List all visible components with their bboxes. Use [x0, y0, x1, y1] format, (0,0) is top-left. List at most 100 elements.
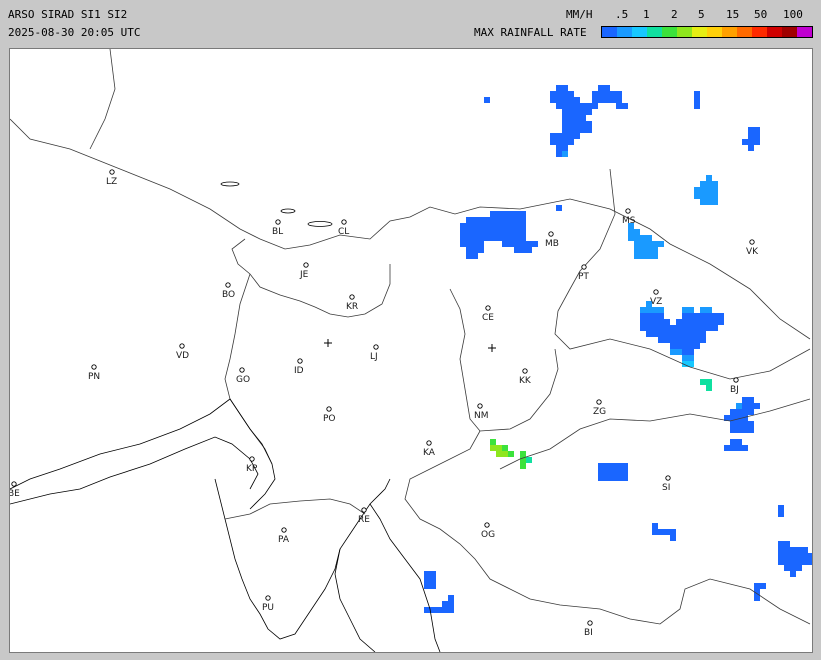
scale-label: 100 [783, 8, 803, 21]
place-label: KK [519, 376, 532, 386]
place-dot [225, 282, 231, 288]
place-label: BO [222, 290, 235, 300]
scale-swatch [647, 27, 662, 37]
place-label: VZ [650, 297, 662, 307]
radar-window: ARSO SIRAD SI1 SI2 2025-08-30 20:05 UTC … [0, 0, 821, 660]
lake-outline [307, 221, 333, 227]
boundary-line [89, 48, 116, 150]
scale-swatch [797, 27, 812, 37]
place-label: OG [481, 530, 495, 540]
place-dot [109, 169, 115, 175]
lake-outline [280, 208, 296, 214]
place-dot [485, 305, 491, 311]
place-label: PN [88, 372, 100, 382]
place-label: PU [262, 603, 274, 613]
place-dot [373, 344, 379, 350]
scale-swatch [782, 27, 797, 37]
place-dot [426, 440, 432, 446]
place-dot [484, 522, 490, 528]
scale-label: 2 [671, 8, 678, 21]
place-dot [341, 219, 347, 225]
boundary-line [404, 430, 811, 625]
place-dot [297, 358, 303, 364]
legend-title: MAX RAINFALL RATE [474, 26, 587, 39]
place-dot [239, 367, 245, 373]
scale-swatch [752, 27, 767, 37]
boundary-line [499, 398, 811, 470]
boundary-line [214, 478, 391, 640]
place-label: NM [474, 411, 489, 421]
place-dot [733, 377, 739, 383]
place-dot [281, 527, 287, 533]
timestamp: 2025-08-30 20:05 UTC [8, 26, 141, 39]
boundary-line [449, 288, 559, 432]
boundary-line [334, 548, 376, 653]
units-label: MM/H [566, 8, 593, 21]
place-label: BI [584, 628, 593, 638]
scale-swatch [617, 27, 632, 37]
place-label: BJ [730, 385, 739, 395]
place-dot [249, 456, 255, 462]
place-label: PO [323, 414, 336, 424]
boundary-line [231, 238, 391, 318]
radar-site-marker [324, 339, 496, 352]
place-label: PT [578, 272, 589, 282]
scale-swatch [632, 27, 647, 37]
place-dot [361, 507, 367, 513]
place-label: KR [346, 302, 358, 312]
place-label: BE [10, 489, 20, 499]
place-label: VD [176, 351, 189, 361]
place-label: KA [423, 448, 436, 458]
scale-label: 50 [754, 8, 768, 21]
place-label: PA [278, 535, 290, 545]
place-dot [91, 364, 97, 370]
place-dot [522, 368, 528, 374]
boundary-line [9, 118, 811, 340]
scale-swatch [767, 27, 782, 37]
place-dot [326, 406, 332, 412]
scale-label: .5 [615, 8, 629, 21]
place-dot [349, 294, 355, 300]
boundary-line [224, 273, 273, 465]
place-dot [625, 208, 631, 214]
place-dot [596, 399, 602, 405]
map-canvas: LZ BL CL JE BO KR VD LJ ID PN GO PO KP BE PA RE PU MS MB VK… [8, 48, 814, 653]
place-dot [179, 343, 185, 349]
place-label: VK [746, 247, 759, 257]
scale-swatch [692, 27, 707, 37]
scale-label: 15 [726, 8, 740, 21]
place-dot [275, 219, 281, 225]
place-dot [303, 262, 309, 268]
scale-swatch [602, 27, 617, 37]
place-label: ID [294, 366, 304, 376]
place-label: JE [299, 270, 309, 280]
place-dot [587, 620, 593, 626]
place-dot [653, 289, 659, 295]
product-title: ARSO SIRAD SI1 SI2 [8, 8, 128, 21]
place-label: CL [338, 227, 349, 237]
scale-swatch [707, 27, 722, 37]
scale-swatch [677, 27, 692, 37]
place-label: GO [236, 375, 250, 385]
scale-label: 1 [643, 8, 650, 21]
place-label: LJ [370, 352, 378, 362]
place-dot [581, 264, 587, 270]
place-label: KP [246, 464, 258, 474]
place-dot [665, 475, 671, 481]
place-label: MB [545, 239, 559, 249]
scale-swatch [722, 27, 737, 37]
place-dot [749, 239, 755, 245]
scale-swatch [737, 27, 752, 37]
place-dot [548, 231, 554, 237]
scale-label: 5 [698, 8, 705, 21]
place-dot [11, 481, 17, 487]
place-label: ZG [593, 407, 606, 417]
radar-map[interactable]: LZ BL CL JE BO KR VD LJ ID PN GO PO KP BE PA RE PU MS MB VK… [8, 48, 814, 653]
place-label: BL [272, 227, 283, 237]
place-label: LZ [106, 177, 117, 187]
boundary-line [9, 398, 276, 510]
place-label: MS [622, 216, 636, 226]
lake-outline [220, 181, 240, 187]
place-label: SI [662, 483, 670, 493]
boundary-line [9, 436, 259, 505]
